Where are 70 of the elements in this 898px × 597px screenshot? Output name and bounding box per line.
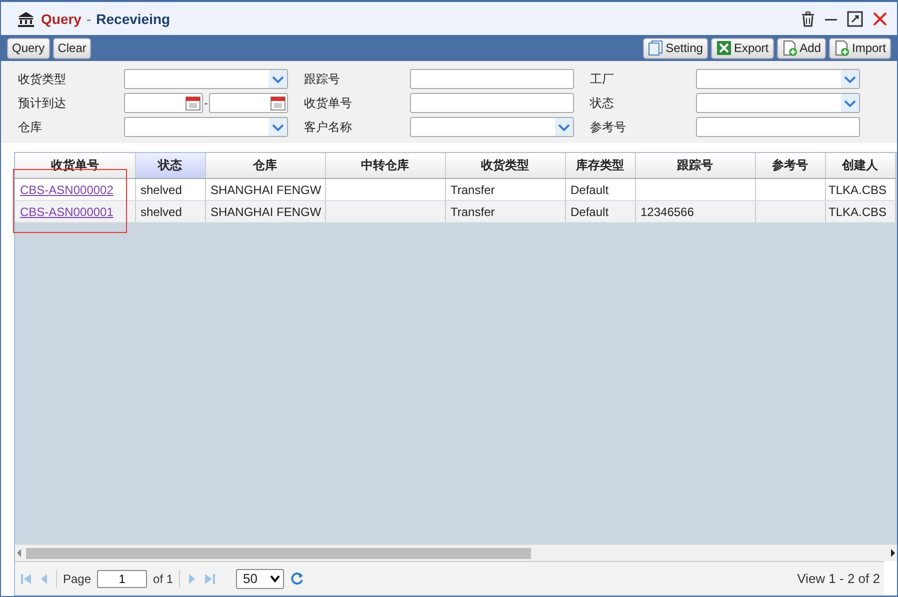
column-header[interactable]: 创建人 [825, 153, 895, 178]
document-add-icon [782, 40, 798, 56]
column-header[interactable]: 状态 [135, 153, 205, 178]
table-cell: shelved [135, 178, 205, 200]
caret-icon [270, 574, 280, 582]
document-add-icon [834, 40, 850, 56]
field-label: 客户名称 [304, 119, 353, 136]
calendar-icon [270, 95, 286, 111]
date-field[interactable] [124, 93, 203, 113]
toolbar-button[interactable]: Query [7, 38, 50, 58]
table-cell: shelved [135, 200, 205, 222]
input-field[interactable] [410, 93, 574, 113]
table-cell: Default [565, 200, 635, 222]
scroll-right-icon[interactable] [889, 548, 897, 558]
table-cell: 12346566 [635, 200, 755, 222]
dropdown-field[interactable] [696, 93, 860, 113]
table-cell: Transfer [445, 178, 565, 200]
maximize-icon[interactable] [847, 10, 863, 26]
dropdown-field[interactable] [410, 117, 574, 137]
scrollbar-thumb[interactable] [26, 548, 531, 558]
trash-icon[interactable] [801, 10, 815, 26]
column-header[interactable]: 跟踪号 [635, 153, 755, 178]
table-cell: TLKA.CBS [825, 178, 895, 200]
record-summary: View 1 - 2 of 2 [797, 571, 880, 586]
column-header[interactable]: 收货类型 [445, 153, 565, 178]
toolbar-button[interactable]: Setting [642, 38, 708, 58]
pages-icon [648, 40, 664, 56]
date-field[interactable] [209, 93, 288, 113]
page-count: of 1 [153, 572, 174, 586]
field-label: 跟踪号 [304, 71, 341, 88]
field-label: 参考号 [590, 119, 627, 136]
page-field[interactable]: 1 [97, 570, 148, 588]
toolbar-button[interactable]: Import [828, 38, 891, 58]
title-separator: - [86, 10, 92, 26]
field-label: 状态 [590, 95, 615, 112]
table-cell: Transfer [445, 200, 565, 222]
page-label: Page [63, 572, 92, 586]
window-title: Recevieing [96, 10, 170, 26]
column-header[interactable]: 库存类型 [565, 153, 635, 178]
refresh-icon[interactable] [290, 572, 304, 586]
field-label: 收货类型 [18, 71, 67, 88]
input-field[interactable] [410, 69, 574, 89]
field-label: 工厂 [590, 71, 615, 88]
dropdown-field[interactable] [124, 117, 288, 137]
field-label: 收货单号 [304, 95, 353, 112]
page-size-dropdown[interactable]: 50 [236, 568, 284, 588]
table-cell: SHANGHAI FENGW [205, 200, 325, 222]
window-title-action: Query [41, 10, 82, 26]
column-header[interactable]: 中转仓库 [325, 153, 445, 178]
bank-icon [17, 10, 35, 26]
last-page-icon[interactable] [204, 572, 216, 586]
dropdown-field[interactable] [124, 69, 288, 89]
column-header[interactable]: 仓库 [205, 153, 325, 178]
dropdown-field[interactable] [696, 69, 860, 89]
table-cell: Default [565, 178, 635, 200]
table-cell: TLKA.CBS [825, 200, 895, 222]
field-label: 预计到达 [18, 95, 67, 112]
toolbar-button[interactable]: Add [776, 38, 826, 58]
input-field[interactable] [696, 117, 860, 137]
toolbar-button[interactable]: Export [710, 38, 774, 58]
table-cell: SHANGHAI FENGW [205, 178, 325, 200]
calendar-icon [185, 95, 201, 111]
close-icon[interactable] [873, 12, 887, 26]
column-header[interactable]: 参考号 [755, 153, 825, 178]
first-page-icon[interactable] [20, 572, 32, 586]
scroll-left-icon[interactable] [15, 548, 23, 558]
toolbar-button[interactable]: Clear [52, 38, 92, 58]
spreadsheet-icon [716, 40, 732, 56]
range-separator: - [204, 96, 208, 110]
field-label: 仓库 [18, 119, 43, 136]
